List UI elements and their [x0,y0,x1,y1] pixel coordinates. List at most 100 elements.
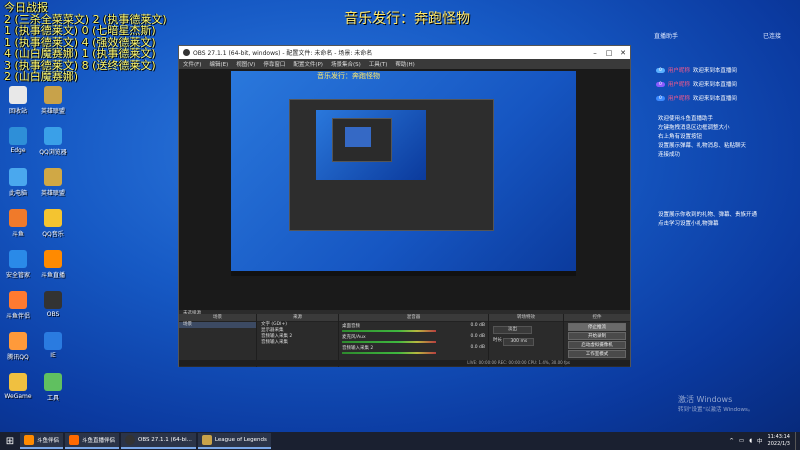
level-badge: 0 [656,67,665,73]
maximize-button[interactable]: □ [602,49,616,57]
network-icon[interactable]: ▭ [739,438,744,444]
desktop-icon[interactable]: 此电脑 [2,166,34,204]
preview-nested-capture-2 [345,127,371,147]
scene-item-label: 场景 [183,322,192,327]
scene-item[interactable]: 场景 [179,322,256,328]
desktop-icon[interactable]: 斗鱼直播 [37,248,69,286]
notice-line: 右上角有设置按钮 [658,134,703,140]
menu-edit[interactable]: 编辑(E) [209,60,228,68]
taskbar-app-label: OBS 27.1.1 (64-bi... [138,437,192,443]
studio-mode-button[interactable]: 工作室模式 [568,350,626,358]
volume-meter[interactable] [342,352,436,354]
overlay-line: 今日战报 [4,1,48,14]
sources-header: 来源 [257,314,338,322]
desktop-icon[interactable]: 安全管家 [2,248,34,286]
mixer-channel: 麦克风/Aux 0.0 dB [339,333,488,344]
volume-meter[interactable] [342,341,436,343]
obs-logo-icon [183,49,190,56]
desktop-icon[interactable]: 回收站 [2,84,34,122]
ime-icon[interactable]: 中 [757,437,763,445]
desktop-icon[interactable]: 斗鱼 [2,207,34,245]
show-desktop-button[interactable] [795,432,796,450]
close-button[interactable]: ✕ [616,49,630,57]
desktop-icon-label: 英雄联盟 [40,108,65,115]
desktop-icon[interactable]: 斗鱼伴侣 [2,289,34,327]
mixer-channel: 桌面音频 0.0 dB [339,322,488,333]
app-icon [44,373,62,391]
menu-file[interactable]: 文件(F) [183,60,201,68]
menu-docks[interactable]: 停靠窗口 [263,60,285,68]
desktop-icon-label: QQ浏览器 [39,149,67,156]
desktop-icon[interactable]: 工具 [37,371,69,409]
desktop-icon[interactable]: QQ浏览器 [37,125,69,163]
watermark-subtitle: 转到"设置"以激活 Windows。 [678,407,754,413]
mixer-channel-db: 0.0 dB [470,345,485,350]
transition-select[interactable]: 淡出 [493,326,532,334]
desktop-icon[interactable]: QQ音乐 [37,207,69,245]
menu-help[interactable]: 帮助(H) [395,60,414,68]
taskbar-app[interactable]: OBS 27.1.1 (64-bi... [121,433,196,449]
desktop-icon[interactable]: 腾讯QQ [2,330,34,368]
source-item[interactable]: 音频输入采集 [257,340,338,346]
minimize-button[interactable]: – [588,49,602,57]
obs-window[interactable]: OBS 27.1.1 (64-bit, windows) - 配置文件: 未命名… [178,45,631,367]
mixer-header: 混音器 [339,314,488,322]
app-icon [24,435,34,445]
desktop-icon[interactable]: 英雄联盟 [37,166,69,204]
menu-scene-collection[interactable]: 场景集合(S) [331,60,361,68]
mixer-channel-name: 音频输入采集 2 [342,346,374,351]
app-icon [201,435,212,445]
activate-windows-watermark: 激活 Windows 转到"设置"以激活 Windows。 [678,395,753,415]
app-icon [69,435,80,445]
menu-profile[interactable]: 配置文件(P) [293,60,323,68]
chat-username[interactable]: 用户昵称 [668,66,690,74]
level-badge: 0 [656,81,665,87]
watermark-title: 激活 Windows [678,395,733,404]
app-icon [9,168,27,186]
duration-input[interactable]: 300 ms [503,338,535,346]
volume-meter[interactable] [342,330,436,332]
desktop-icon-label: OBS [46,311,60,318]
desktop-icon-label: 回收站 [8,108,27,115]
stop-streaming-button[interactable]: 停止推流 [568,323,626,331]
notice-line: 欢迎使用斗鱼直播助手 [658,116,714,122]
desktop-icon[interactable]: WeGame [2,371,34,409]
chat-username[interactable]: 用户昵称 [668,94,690,102]
chevron-up-icon[interactable]: ^ [729,438,734,444]
desktop-icon-label: 安全管家 [5,272,30,279]
app-icon [9,332,27,350]
desktop-icon-label: 斗鱼 [11,231,24,238]
obs-window-title: OBS 27.1.1 (64-bit, windows) - 配置文件: 未命名… [193,50,373,57]
chat-text: 欢迎来到本直播间 [692,68,737,74]
mixer-channel-name: 麦克风/Aux [342,335,366,340]
menu-tools[interactable]: 工具(T) [369,60,388,68]
desktop-icon[interactable]: 英雄联盟 [37,84,69,122]
desktop-icon-label: 斗鱼伴侣 [5,313,30,320]
transition-row: 淡出 [489,326,563,334]
desktop-icon[interactable]: OBS [37,289,69,327]
volume-icon[interactable]: ◖ [749,438,752,444]
desktop-icon[interactable]: IE [37,330,69,368]
taskbar-app[interactable]: 斗鱼伴侣 [20,433,64,449]
start-virtual-camera-button[interactable]: 启动虚拟摄像机 [568,341,626,349]
app-icon [9,291,27,309]
notice-line: 设置展示弹幕、礼物消息、粘贴聊天 [658,143,747,149]
obs-preview[interactable]: 音乐发行：奔跑怪物 [179,69,630,314]
start-recording-button[interactable]: 开始录制 [568,332,626,340]
taskbar-app[interactable]: League of Legends [197,433,271,449]
app-icon [44,291,62,309]
chat-username[interactable]: 用户昵称 [668,80,690,88]
windows-start-icon[interactable]: ⊞ [0,432,20,450]
desktop-icon[interactable]: Edge [2,125,34,163]
chat-notice-2: 设置展示你收到的礼物、弹幕、贵族开通 点击学习设置小礼物弹幕 [658,211,798,229]
clock[interactable]: 11:43:14 2022/1/3 [768,434,790,448]
taskbar-app[interactable]: 斗鱼直播伴侣 [65,433,120,449]
menu-view[interactable]: 视图(V) [236,60,255,68]
desktop-icon-label: 工具 [46,395,59,402]
chat-message: 0 用户昵称 欢迎来到本直播间 [656,65,796,75]
desktop: 今日战报 2 (三杀全菜菜文) 2 (执事德莱文) 1 (执事德莱文) 0 (七… [0,0,800,432]
level-badge: 0 [656,95,665,101]
obs-titlebar[interactable]: OBS 27.1.1 (64-bit, windows) - 配置文件: 未命名… [179,46,630,59]
clock-date: 2022/1/3 [767,441,790,447]
preview-nested-capture [316,110,426,180]
